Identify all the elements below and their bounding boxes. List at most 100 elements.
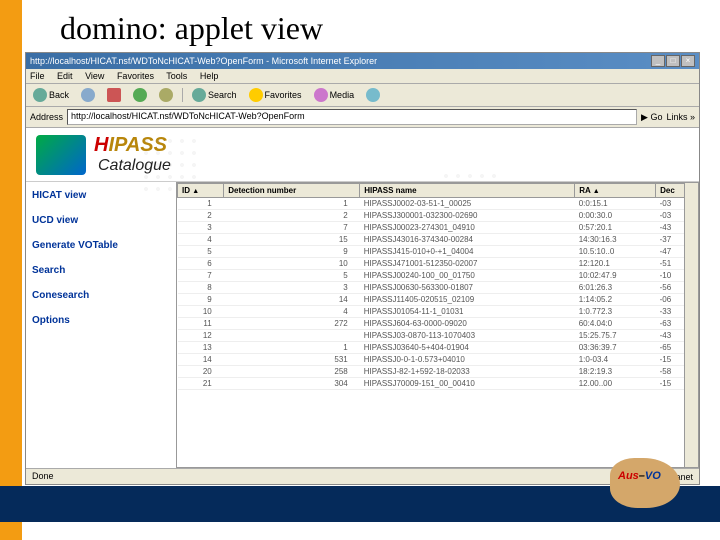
- table-cell: 2: [178, 210, 224, 222]
- vertical-scrollbar[interactable]: [684, 183, 698, 467]
- table-cell: 1: [224, 198, 360, 210]
- sidebar-item-options[interactable]: Options: [32, 315, 170, 326]
- slide-accent-bar: [0, 0, 22, 540]
- col-hipass-name[interactable]: HIPASS name: [360, 184, 575, 198]
- table-cell: HIPASSJ604-63-0000-09020: [360, 318, 575, 330]
- hipass-logo-image: [36, 135, 86, 175]
- col-id[interactable]: ID ▲: [178, 184, 224, 198]
- search-button[interactable]: Search: [189, 87, 240, 103]
- table-row[interactable]: 131HIPASSJ03640-5+404-0190403:36:39.7-65: [178, 342, 698, 354]
- links-button[interactable]: Links »: [666, 112, 695, 122]
- window-title: http://localhost/HICAT.nsf/WDToNcHICAT-W…: [30, 56, 377, 66]
- table-cell: 15: [224, 234, 360, 246]
- media-button[interactable]: Media: [311, 87, 358, 103]
- forward-button[interactable]: [78, 87, 98, 103]
- table-row[interactable]: 37HIPASSJ00023-274301_049100:57:20.1-43: [178, 222, 698, 234]
- table-row[interactable]: 610HIPASSJ471001-512350-0200712:120.1-51: [178, 258, 698, 270]
- go-button[interactable]: ▶ Go: [641, 112, 662, 123]
- table-cell: HIPASSJ415-010+0-+1_04004: [360, 246, 575, 258]
- table-row[interactable]: 11HIPASSJ0002-03-51-1_000250:0:15.1-03: [178, 198, 698, 210]
- table-cell: 1:0.772.3: [575, 306, 656, 318]
- slide-title: domino: applet view: [0, 0, 720, 52]
- table-cell: HIPASSJ0-0-1-0.573+04010: [360, 354, 575, 366]
- table-row[interactable]: 14531HIPASSJ0-0-1-0.573+040101:0-03.4-15: [178, 354, 698, 366]
- table-cell: HIPASSJ01054-11-1_01031: [360, 306, 575, 318]
- table-cell: 1:0-03.4: [575, 354, 656, 366]
- table-row[interactable]: 12HIPASSJ03-0870-113-107040315:25.75.7-4…: [178, 330, 698, 342]
- sort-icon: ▲: [192, 188, 199, 195]
- table-cell: HIPASSJ03640-5+404-01904: [360, 342, 575, 354]
- table-cell: HIPASSJ03-0870-113-1070403: [360, 330, 575, 342]
- menu-favorites[interactable]: Favorites: [117, 71, 154, 81]
- star-icon: [249, 88, 263, 102]
- sidebar-nav: HICAT view UCD view Generate VOTable Sea…: [26, 182, 176, 468]
- table-row[interactable]: 75HIPASSJ00240-100_00_0175010:02:47.9-10: [178, 270, 698, 282]
- menu-view[interactable]: View: [85, 71, 104, 81]
- address-input[interactable]: http://localhost/HICAT.nsf/WDToNcHICAT-W…: [67, 109, 637, 125]
- table-cell: HIPASSJ70009-151_00_00410: [360, 378, 575, 390]
- address-bar: Address http://localhost/HICAT.nsf/WDToN…: [26, 107, 699, 128]
- table-cell: 11: [178, 318, 224, 330]
- table-cell: 4: [224, 306, 360, 318]
- results-table: ID ▲ Detection number HIPASS name RA ▲ D…: [177, 183, 698, 390]
- sidebar-item-conesearch[interactable]: Conesearch: [32, 290, 170, 301]
- home-button[interactable]: [156, 87, 176, 103]
- table-cell: 18:2:19.3: [575, 366, 656, 378]
- table-cell: 3: [224, 282, 360, 294]
- data-table-container: ID ▲ Detection number HIPASS name RA ▲ D…: [176, 182, 699, 468]
- table-cell: HIPASSJ300001-032300-02690: [360, 210, 575, 222]
- australia-shape-icon: Aus–VO: [610, 458, 680, 508]
- table-cell: HIPASSJ00240-100_00_01750: [360, 270, 575, 282]
- table-cell: 13: [178, 342, 224, 354]
- sidebar-item-search[interactable]: Search: [32, 265, 170, 276]
- table-cell: HIPASSJ471001-512350-02007: [360, 258, 575, 270]
- back-icon: [33, 88, 47, 102]
- table-header-row: ID ▲ Detection number HIPASS name RA ▲ D…: [178, 184, 698, 198]
- table-cell: 14: [224, 294, 360, 306]
- minimize-button[interactable]: _: [651, 55, 665, 67]
- home-icon: [159, 88, 173, 102]
- page-content: HIPASS Catalogue HICAT view UCD view Gen…: [26, 128, 699, 468]
- table-row[interactable]: 83HIPASSJ00630-563300-018076:01:26.3-56: [178, 282, 698, 294]
- table-cell: 531: [224, 354, 360, 366]
- menu-file[interactable]: File: [30, 71, 45, 81]
- table-row[interactable]: 59HIPASSJ415-010+0-+1_0400410.5:10..0-47: [178, 246, 698, 258]
- page-header: HIPASS Catalogue: [26, 128, 699, 181]
- table-cell: 03:36:39.7: [575, 342, 656, 354]
- table-cell: 7: [224, 222, 360, 234]
- table-cell: [224, 330, 360, 342]
- table-row[interactable]: 20258HIPASSJ-82-1+592-18-0203318:2:19.3-…: [178, 366, 698, 378]
- close-button[interactable]: ×: [681, 55, 695, 67]
- menu-tools[interactable]: Tools: [166, 71, 187, 81]
- table-cell: 6:01:26.3: [575, 282, 656, 294]
- maximize-button[interactable]: □: [666, 55, 680, 67]
- table-row[interactable]: 21304HIPASSJ70009-151_00_0041012.00..00-…: [178, 378, 698, 390]
- sidebar-item-ucd-view[interactable]: UCD view: [32, 215, 170, 226]
- refresh-button[interactable]: [130, 87, 150, 103]
- favorites-button[interactable]: Favorites: [246, 87, 305, 103]
- table-row[interactable]: 11272HIPASSJ604-63-0000-0902060:4.04:0-6…: [178, 318, 698, 330]
- history-button[interactable]: [363, 87, 383, 103]
- table-cell: 5: [224, 270, 360, 282]
- table-cell: 12:120.1: [575, 258, 656, 270]
- table-cell: HIPASSJ00630-563300-01807: [360, 282, 575, 294]
- menu-help[interactable]: Help: [200, 71, 219, 81]
- stop-icon: [107, 88, 121, 102]
- table-row[interactable]: 22HIPASSJ300001-032300-026900:00:30.0-03: [178, 210, 698, 222]
- sidebar-item-generate-votable[interactable]: Generate VOTable: [32, 240, 170, 251]
- menu-edit[interactable]: Edit: [57, 71, 73, 81]
- col-ra[interactable]: RA ▲: [575, 184, 656, 198]
- table-row[interactable]: 415HIPASSJ43016-374340-0028414:30:16.3-3…: [178, 234, 698, 246]
- col-detection[interactable]: Detection number: [224, 184, 360, 198]
- table-row[interactable]: 914HIPASSJ11405-020515_021091:14:05.2-06: [178, 294, 698, 306]
- back-button[interactable]: Back: [30, 87, 72, 103]
- table-cell: 10: [224, 258, 360, 270]
- table-cell: 9: [178, 294, 224, 306]
- table-cell: 0:00:30.0: [575, 210, 656, 222]
- history-icon: [366, 88, 380, 102]
- stop-button[interactable]: [104, 87, 124, 103]
- table-row[interactable]: 104HIPASSJ01054-11-1_010311:0.772.3-33: [178, 306, 698, 318]
- window-controls: _ □ ×: [651, 55, 695, 67]
- table-cell: 10:02:47.9: [575, 270, 656, 282]
- table-cell: 304: [224, 378, 360, 390]
